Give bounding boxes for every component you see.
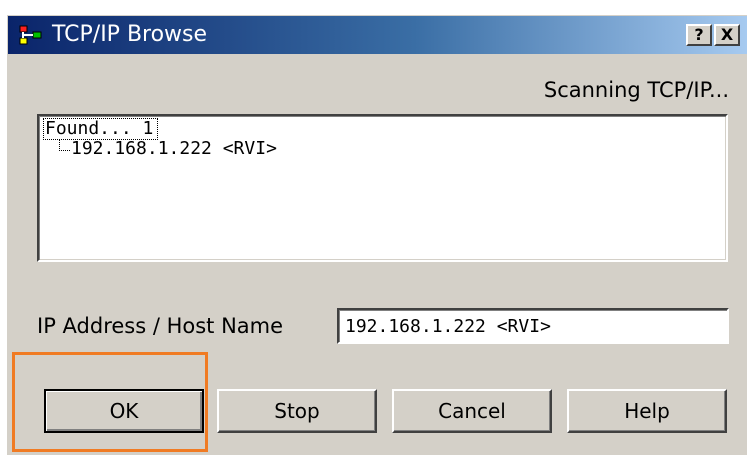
tcp-ip-browse-dialog: TCP/IP Browse ? X Scanning TCP/IP... Fou… — [6, 14, 747, 455]
scan-status-text: Scanning TCP/IP... — [543, 78, 729, 102]
help-title-button[interactable]: ? — [686, 24, 712, 46]
ip-address-input[interactable] — [337, 308, 729, 344]
network-app-icon — [19, 25, 42, 45]
tree-root-item[interactable]: Found... 1 — [43, 118, 159, 140]
title-bar[interactable]: TCP/IP Browse ? X — [8, 16, 747, 54]
ip-address-label: IP Address / Host Name — [37, 314, 284, 338]
host-tree-view[interactable]: Found... 1 192.168.1.222 <RVI> — [37, 114, 728, 262]
help-button[interactable]: Help — [567, 389, 727, 433]
close-button[interactable]: X — [714, 24, 740, 46]
window-title: TCP/IP Browse — [52, 22, 208, 47]
tree-connector-line — [59, 140, 70, 151]
cancel-button[interactable]: Cancel — [392, 389, 552, 433]
ok-button[interactable]: OK — [44, 389, 204, 433]
stop-button[interactable]: Stop — [217, 389, 377, 433]
tree-item-host[interactable]: 192.168.1.222 <RVI> — [71, 139, 277, 159]
